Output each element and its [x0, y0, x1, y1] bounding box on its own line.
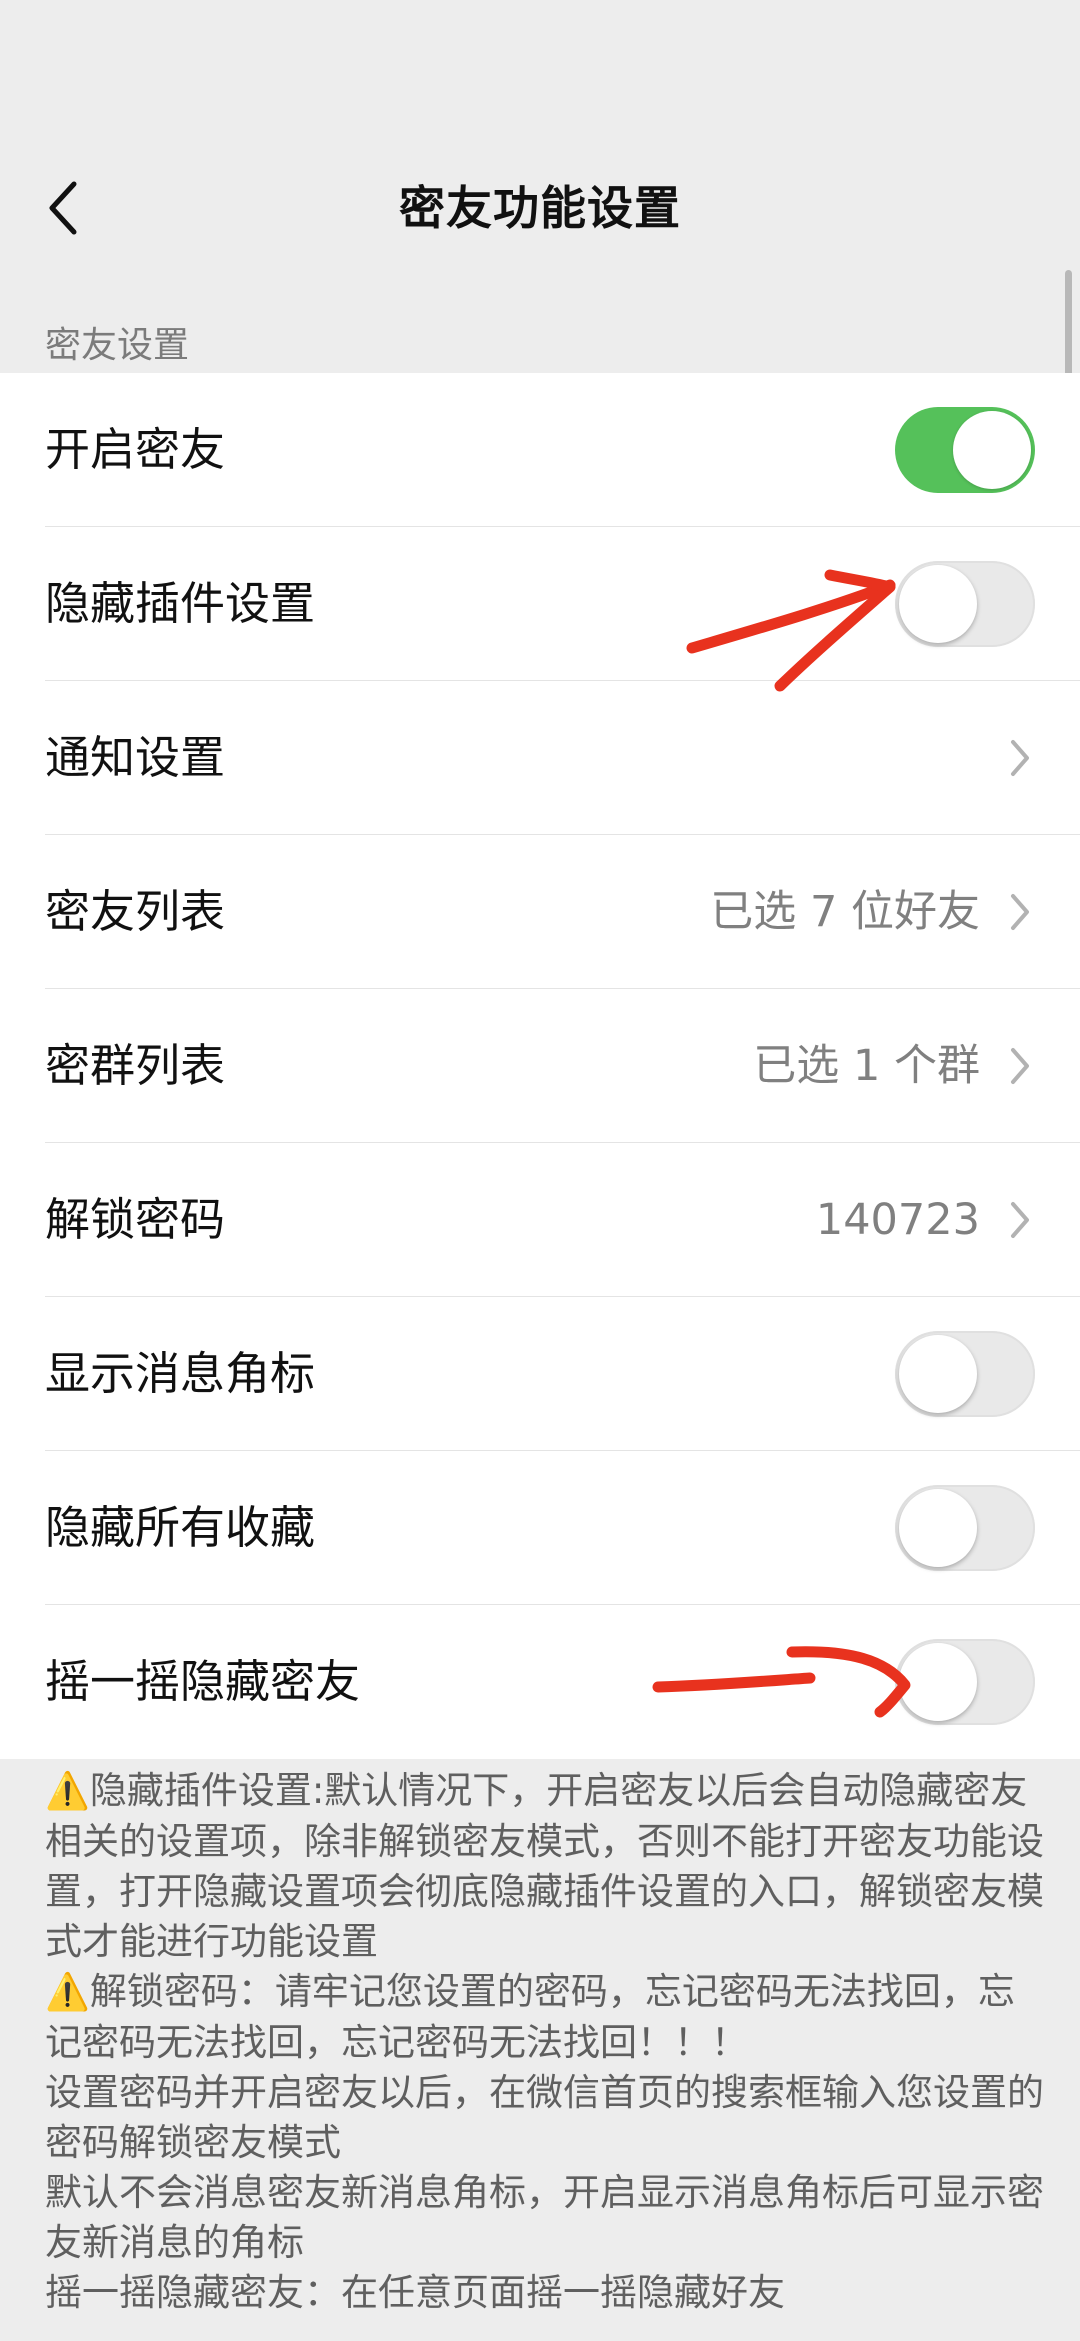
chevron-right-icon	[1011, 1202, 1029, 1238]
row-label: 隐藏插件设置	[45, 577, 316, 630]
row-value: 已选 1 个群	[753, 1041, 980, 1091]
row-label: 显示消息角标	[45, 1347, 316, 1400]
toggle-knob	[899, 1489, 977, 1567]
setting-row-enable-mizhou[interactable]: 开启密友	[0, 373, 1080, 527]
section-header: 密友设置	[45, 325, 190, 366]
hide-favorites-toggle[interactable]	[895, 1485, 1035, 1571]
row-label: 密友列表	[45, 885, 226, 938]
row-label: 通知设置	[45, 731, 226, 784]
chevron-right-icon	[1011, 1048, 1029, 1084]
row-value: 已选 7 位好友	[710, 887, 980, 937]
toggle-knob	[899, 1335, 977, 1413]
note-item: ⚠️隐藏插件设置:默认情况下，开启密友以后会自动隐藏密友相关的设置项，除非解锁密…	[45, 1766, 1045, 1967]
setting-row-hide-plugin-settings[interactable]: 隐藏插件设置	[0, 527, 1080, 681]
toggle-knob	[899, 565, 977, 643]
chevron-right-icon	[1011, 740, 1029, 776]
row-label: 摇一摇隐藏密友	[45, 1655, 361, 1708]
note-item: 默认不会消息密友新消息角标，开启显示消息角标后可显示密友新消息的角标	[45, 2168, 1045, 2268]
settings-list: 开启密友 隐藏插件设置 通知设置 密友列表 已选 7 位好友 密群列表 已选 1…	[0, 373, 1080, 1759]
warning-icon: ⚠️	[45, 1771, 90, 1812]
note-item: ⚠️解锁密码：请牢记您设置的密码，忘记密码无法找回，忘记密码无法找回，忘记密码无…	[45, 1967, 1045, 2068]
row-value: 140723	[815, 1195, 980, 1245]
note-item: 摇一摇隐藏密友：在任意页面摇一摇隐藏好友	[45, 2268, 1045, 2318]
note-text: 隐藏插件设置:默认情况下，开启密友以后会自动隐藏密友相关的设置项，除非解锁密友模…	[45, 1769, 1044, 1963]
row-label: 开启密友	[45, 423, 226, 476]
chevron-right-icon	[1011, 894, 1029, 930]
setting-row-notification[interactable]: 通知设置	[0, 681, 1080, 835]
setting-row-unlock-password[interactable]: 解锁密码 140723	[0, 1143, 1080, 1297]
show-badge-toggle[interactable]	[895, 1331, 1035, 1417]
setting-row-group-list[interactable]: 密群列表 已选 1 个群	[0, 989, 1080, 1143]
setting-row-friend-list[interactable]: 密友列表 已选 7 位好友	[0, 835, 1080, 989]
note-text: 解锁密码：请牢记您设置的密码，忘记密码无法找回，忘记密码无法找回，忘记密码无法找…	[45, 1970, 1015, 2064]
page-title: 密友功能设置	[399, 181, 681, 235]
toggle-knob	[953, 411, 1031, 489]
row-label: 隐藏所有收藏	[45, 1501, 316, 1554]
note-item: 设置密码并开启密友以后，在微信首页的搜索框输入您设置的密码解锁密友模式	[45, 2068, 1045, 2168]
navigation-bar: 密友功能设置	[0, 0, 1080, 310]
note-text: 默认不会消息密友新消息角标，开启显示消息角标后可显示密友新消息的角标	[45, 2171, 1044, 2264]
note-text: 设置密码并开启密友以后，在微信首页的搜索框输入您设置的密码解锁密友模式	[45, 2071, 1044, 2164]
row-label: 解锁密码	[45, 1193, 226, 1246]
hide-plugin-settings-toggle[interactable]	[895, 561, 1035, 647]
setting-row-shake-hide[interactable]: 摇一摇隐藏密友	[0, 1605, 1080, 1759]
note-text: 摇一摇隐藏密友：在任意页面摇一摇隐藏好友	[45, 2271, 785, 2314]
toggle-knob	[899, 1643, 977, 1721]
setting-row-hide-favorites[interactable]: 隐藏所有收藏	[0, 1451, 1080, 1605]
row-label: 密群列表	[45, 1039, 226, 1092]
enable-mizhou-toggle[interactable]	[895, 407, 1035, 493]
warning-icon: ⚠️	[45, 1972, 90, 2013]
help-notes: ⚠️隐藏插件设置:默认情况下，开启密友以后会自动隐藏密友相关的设置项，除非解锁密…	[45, 1766, 1045, 2318]
setting-row-show-badge[interactable]: 显示消息角标	[0, 1297, 1080, 1451]
shake-hide-toggle[interactable]	[895, 1639, 1035, 1725]
